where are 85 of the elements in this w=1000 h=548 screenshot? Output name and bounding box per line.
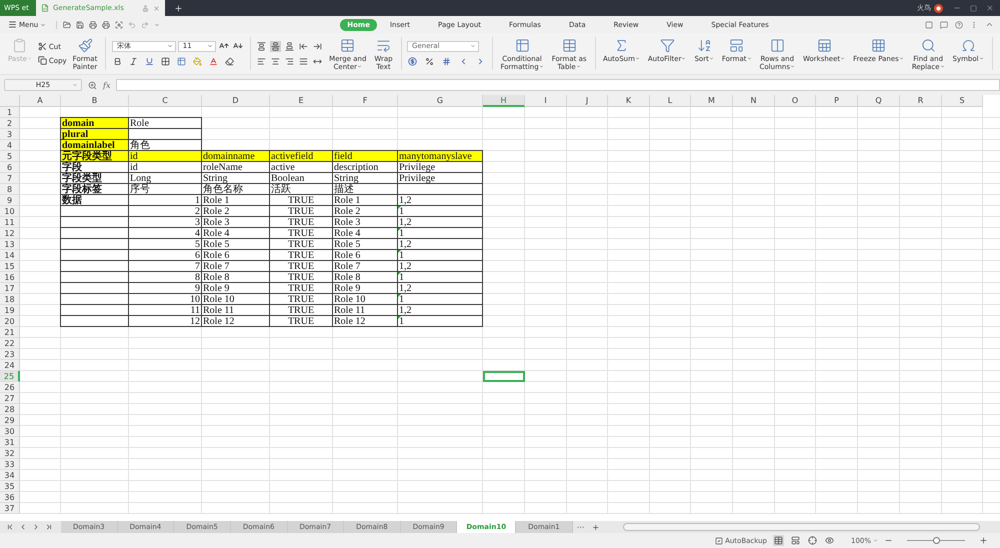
table-cell: id — [128, 150, 202, 162]
row-header[interactable]: 20 — [0, 316, 20, 327]
table-cell: TRUE — [269, 315, 333, 327]
row-header[interactable]: 30 — [0, 426, 20, 437]
column-header[interactable]: G — [398, 95, 483, 107]
table-cell: Privilege — [397, 161, 483, 173]
column-header[interactable]: N — [733, 95, 775, 107]
table-cell: Role 12 — [332, 315, 398, 327]
row-header[interactable]: 5 — [0, 151, 20, 162]
row-header[interactable]: 1 — [0, 107, 20, 118]
row-header[interactable]: 12 — [0, 228, 20, 239]
row-header[interactable]: 4 — [0, 140, 20, 151]
row-header[interactable]: 14 — [0, 250, 20, 261]
row-header[interactable]: 27 — [0, 393, 20, 404]
table-cell: 1,2 — [397, 216, 483, 228]
column-header[interactable]: J — [567, 95, 608, 107]
table-cell: 1 — [397, 271, 483, 283]
row-header[interactable]: 29 — [0, 415, 20, 426]
table-cell: 1 — [397, 315, 483, 327]
table-cell: 1,2 — [397, 304, 483, 316]
column-header[interactable]: E — [270, 95, 333, 107]
row-header[interactable]: 34 — [0, 470, 20, 481]
table-cell: field — [332, 150, 398, 162]
column-header[interactable]: M — [691, 95, 733, 107]
table-cell: 1,2 — [397, 238, 483, 250]
column-header[interactable]: D — [202, 95, 270, 107]
row-header[interactable]: 32 — [0, 448, 20, 459]
table-cell: domain — [60, 117, 129, 129]
table-cell: Role 12 — [201, 315, 270, 327]
row-header[interactable]: 31 — [0, 437, 20, 448]
column-header[interactable]: R — [900, 95, 942, 107]
table-cell: 1 — [397, 293, 483, 305]
row-header[interactable]: 2 — [0, 118, 20, 129]
row-header[interactable]: 23 — [0, 349, 20, 360]
table-cell: Role — [128, 117, 202, 129]
row-header[interactable]: 26 — [0, 382, 20, 393]
table-cell: domainname — [201, 150, 270, 162]
row-header[interactable]: 35 — [0, 481, 20, 492]
row-header[interactable]: 33 — [0, 459, 20, 470]
table-cell: 12 — [128, 315, 202, 327]
table-cell: Privilege — [397, 172, 483, 184]
row-header[interactable]: 36 — [0, 492, 20, 503]
row-header[interactable]: 17 — [0, 283, 20, 294]
column-header[interactable]: Q — [858, 95, 900, 107]
row-header[interactable]: 19 — [0, 305, 20, 316]
table-cell: manytomanyslave — [397, 150, 483, 162]
row-header[interactable]: 15 — [0, 261, 20, 272]
table-cell: 1 — [397, 227, 483, 239]
column-header[interactable]: B — [61, 95, 129, 107]
row-header[interactable]: 10 — [0, 206, 20, 217]
row-header[interactable]: 7 — [0, 173, 20, 184]
function-label[interactable]: fx — [103, 80, 110, 90]
column-header[interactable]: O — [775, 95, 816, 107]
table-cell: 元字段类型 — [60, 150, 129, 162]
row-header[interactable]: 13 — [0, 239, 20, 250]
row-header[interactable]: 24 — [0, 360, 20, 371]
table-cell: plural — [60, 128, 129, 140]
column-header[interactable]: P — [816, 95, 858, 107]
column-header[interactable]: S — [942, 95, 983, 107]
table-cell: 1,2 — [397, 282, 483, 294]
column-header[interactable]: A — [20, 95, 61, 107]
row-header[interactable]: 3 — [0, 129, 20, 140]
column-header[interactable]: C — [129, 95, 202, 107]
row-header[interactable]: 16 — [0, 272, 20, 283]
table-cell: 1 — [397, 205, 483, 217]
column-header[interactable]: K — [608, 95, 650, 107]
table-cell: 1,2 — [397, 260, 483, 272]
row-header[interactable]: 6 — [0, 162, 20, 173]
row-header[interactable]: 22 — [0, 338, 20, 349]
table-cell: 1 — [397, 249, 483, 261]
column-header[interactable]: I — [525, 95, 567, 107]
add-sheet-button[interactable]: + — [588, 521, 604, 533]
table-cell: 1,2 — [397, 194, 483, 206]
more-sheets-button[interactable]: ··· — [572, 521, 588, 533]
row-header[interactable]: 37 — [0, 503, 20, 514]
column-header[interactable]: F — [333, 95, 398, 107]
row-header[interactable]: 18 — [0, 294, 20, 305]
row-header[interactable]: 9 — [0, 195, 20, 206]
row-header[interactable]: 8 — [0, 184, 20, 195]
table-cell: domainlabel — [60, 139, 129, 151]
row-header[interactable]: 11 — [0, 217, 20, 228]
column-header[interactable]: L — [650, 95, 691, 107]
row-header[interactable]: 28 — [0, 404, 20, 415]
row-header[interactable]: 21 — [0, 327, 20, 338]
table-cell: activefield — [269, 150, 333, 162]
